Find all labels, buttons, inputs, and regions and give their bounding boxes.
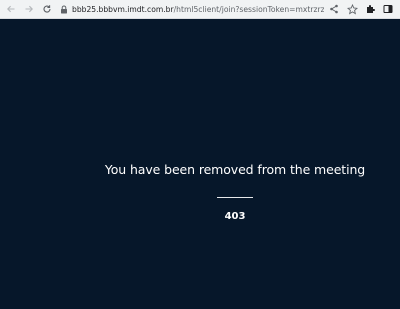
arrow-right-icon bbox=[25, 5, 33, 13]
lock-icon bbox=[60, 4, 68, 14]
reload-icon bbox=[43, 5, 51, 13]
forward-button[interactable] bbox=[22, 2, 36, 16]
error-code: 403 bbox=[224, 211, 246, 222]
share-icon[interactable] bbox=[326, 2, 342, 16]
extensions-puzzle-icon[interactable] bbox=[362, 2, 378, 16]
toolbar-actions bbox=[324, 2, 396, 16]
browser-toolbar: bbb25.bbbvm.imdt.com.br/html5client/join… bbox=[0, 0, 400, 19]
back-button[interactable] bbox=[4, 2, 18, 16]
address-bar[interactable]: bbb25.bbbvm.imdt.com.br/html5client/join… bbox=[60, 2, 324, 17]
removed-message: You have been removed from the meeting bbox=[104, 162, 366, 177]
arrow-left-icon bbox=[7, 5, 15, 13]
bookmark-star-icon[interactable] bbox=[344, 2, 360, 16]
url-host: bbb25.bbbvm.imdt.com.br bbox=[72, 4, 174, 14]
url-path: /html5client/join?sessionToken=mxtrzrza4… bbox=[173, 4, 324, 14]
side-panel-icon[interactable] bbox=[380, 2, 396, 16]
separator-line bbox=[217, 197, 253, 198]
reload-button[interactable] bbox=[40, 2, 54, 16]
